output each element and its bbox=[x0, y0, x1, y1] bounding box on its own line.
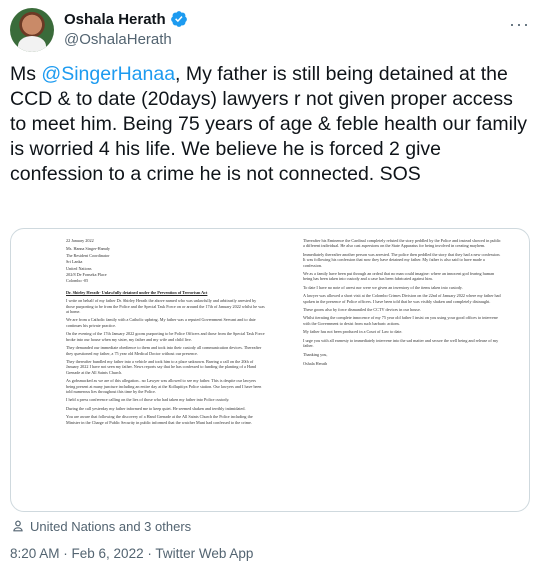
doc-line: 202/8 De Fonseka Place bbox=[66, 272, 107, 278]
user-handle[interactable]: @OshalaHerath bbox=[64, 31, 172, 48]
name-row: Oshala Herath bbox=[64, 10, 188, 28]
display-name[interactable]: Oshala Herath bbox=[64, 11, 166, 28]
doc-paragraph: We as a family have been put through an … bbox=[303, 271, 495, 282]
person-icon bbox=[13, 520, 23, 532]
tagged-people[interactable]: United Nations and 3 others bbox=[10, 516, 191, 536]
verified-badge-icon bbox=[170, 11, 187, 27]
doc-paragraph: I urge you with all earnesty to immediat… bbox=[303, 337, 499, 349]
document-right-column: Thereafter his Eminence the Cardinal com… bbox=[303, 238, 503, 369]
doc-paragraph: I held a press conference calling on the… bbox=[66, 397, 230, 403]
document-page: 22 January 2022 Ms. Hanna Singer-Hamdy T… bbox=[11, 229, 529, 511]
doc-line: Sri Lanka bbox=[66, 259, 83, 265]
doc-paragraph: These goons also by force dismantled the… bbox=[303, 307, 421, 313]
document-left-column: 22 January 2022 Ms. Hanna Singer-Hamdy T… bbox=[66, 238, 266, 428]
doc-paragraph: A lawyer was allowed a short visit at th… bbox=[303, 293, 501, 304]
doc-paragraph: To date I have no note of arrest nor wer… bbox=[303, 284, 463, 290]
more-options-icon[interactable]: ··· bbox=[509, 14, 530, 35]
doc-paragraph: Whilst iterating the complete innocence … bbox=[303, 315, 498, 326]
tweet-prefix: Ms bbox=[10, 63, 42, 85]
doc-signature: Oshala Herath bbox=[303, 360, 328, 366]
tweet-header: Oshala Herath @OshalaHerath ··· bbox=[10, 8, 530, 52]
doc-paragraph: As gobsmacked as we are of this allegati… bbox=[66, 378, 262, 394]
doc-signoff: Thanking you, bbox=[303, 351, 328, 357]
doc-paragraph: You are aware that following the discove… bbox=[66, 414, 253, 425]
doc-line: The Resident Coordinator bbox=[66, 252, 110, 258]
doc-paragraph: Thereafter his Eminence the Cardinal com… bbox=[303, 238, 501, 249]
doc-paragraph: They demanded our immediate obedience to… bbox=[66, 345, 262, 356]
doc-paragraph: They thereafter bundled my father into a… bbox=[66, 358, 257, 375]
tweet-text: Ms @SingerHanaa, My father is still bein… bbox=[10, 62, 530, 187]
tagged-people-label[interactable]: United Nations and 3 others bbox=[30, 519, 191, 534]
doc-line: Colombo -05 bbox=[66, 278, 89, 284]
avatar[interactable] bbox=[10, 8, 54, 52]
attached-document-image[interactable]: 22 January 2022 Ms. Hanna Singer-Hamdy T… bbox=[10, 228, 530, 512]
tweet-meta[interactable]: 8:20 AM · Feb 6, 2022 · Twitter Web App bbox=[10, 546, 253, 561]
doc-paragraph: During the call yesterday my father info… bbox=[66, 405, 246, 411]
doc-paragraph: We are from a Catholic family with a Cat… bbox=[66, 317, 256, 328]
doc-line: United Nations bbox=[66, 265, 92, 271]
doc-line: 22 January 2022 bbox=[66, 238, 94, 243]
doc-paragraph: On the evening of the 17th January 2022 … bbox=[66, 331, 265, 342]
mention-link[interactable]: @SingerHanaa bbox=[41, 63, 175, 85]
doc-paragraph: My father has not been produced in a Cou… bbox=[303, 329, 403, 335]
doc-paragraph: I write on behalf of my father Dr. Shirl… bbox=[66, 298, 265, 315]
doc-paragraph: Immediately thereafter another person wa… bbox=[303, 251, 501, 268]
doc-line: Ms. Hanna Singer-Hamdy bbox=[66, 246, 110, 252]
doc-title: Dr. Shirley Herath- Unlawfully detained … bbox=[66, 289, 208, 295]
